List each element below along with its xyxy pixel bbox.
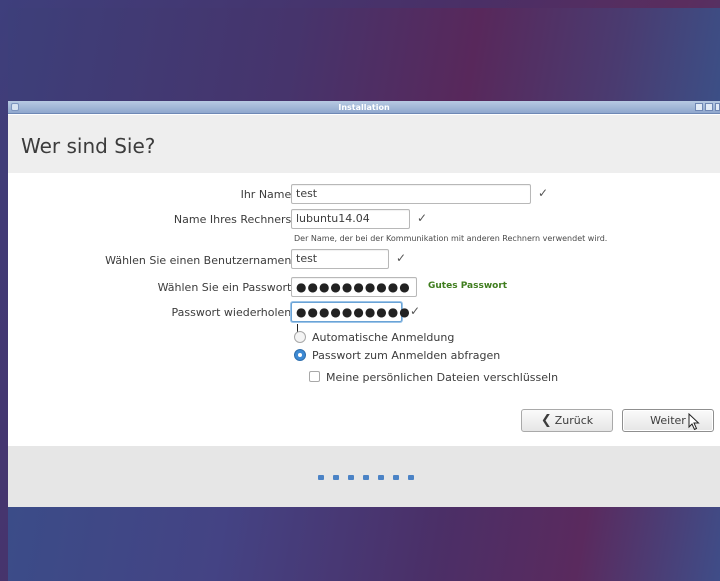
desktop-background-top (8, 8, 720, 101)
progress-dot (378, 475, 384, 480)
desktop-background-bottom (8, 507, 720, 581)
password-strength: Gutes Passwort (428, 281, 508, 291)
back-button-label: Zurück (554, 414, 594, 427)
installer-window: Installation Wer sind Sie? Ihr Name: tes… (8, 101, 720, 507)
password-input[interactable]: ●●●●●●●●●● (291, 277, 417, 297)
progress-dot (348, 475, 354, 480)
minimize-button[interactable] (695, 103, 703, 111)
auto-login-label[interactable]: Automatische Anmeldung (312, 331, 454, 344)
name-input[interactable]: test (291, 184, 531, 204)
radio-password-login[interactable] (294, 349, 306, 361)
password-repeat-label: Passwort wiederholen: (171, 306, 295, 319)
chevron-left-icon: ❮ (540, 413, 552, 428)
maximize-button[interactable] (705, 103, 713, 111)
password-login-label[interactable]: Passwort zum Anmelden abfragen (312, 349, 500, 362)
progress-dot (408, 475, 414, 480)
password-repeat-checkmark-icon: ✓ (410, 304, 421, 318)
close-button[interactable] (715, 103, 720, 111)
username-label: Wählen Sie einen Benutzernamen: (105, 254, 295, 267)
password-value: ●●●●●●●●●● (296, 280, 411, 294)
username-value: test (296, 252, 318, 265)
computer-name-value: lubuntu14.04 (296, 212, 370, 225)
page-header: Wer sind Sie? (8, 115, 720, 173)
computer-name-hint: Der Name, der bei der Kommunikation mit … (294, 234, 608, 243)
name-value: test (296, 187, 318, 200)
page-title: Wer sind Sie? (21, 134, 156, 158)
progress-dot (318, 475, 324, 480)
username-input[interactable]: test (291, 249, 389, 269)
radio-auto-login[interactable] (294, 331, 306, 343)
back-button[interactable]: ❮ Zurück (521, 409, 613, 432)
encrypt-home-checkbox[interactable] (309, 371, 320, 382)
computer-name-label: Name Ihres Rechners: (173, 213, 295, 226)
password-label: Wählen Sie ein Passwort: (157, 281, 295, 294)
encrypt-home-label[interactable]: Meine persönlichen Dateien verschlüsseln (326, 371, 558, 384)
next-button-label: Weiter (650, 414, 686, 427)
username-checkmark-icon: ✓ (396, 251, 407, 265)
computer-name-input[interactable]: lubuntu14.04 (291, 209, 410, 229)
computer-name-checkmark-icon: ✓ (417, 211, 428, 225)
password-repeat-value: ●●●●●●●●●● (296, 305, 411, 319)
title-bar[interactable]: Installation (8, 101, 720, 114)
name-label: Ihr Name: (240, 188, 295, 201)
progress-dot (393, 475, 399, 480)
password-repeat-input[interactable]: ●●●●●●●●●● (291, 302, 410, 338)
name-checkmark-icon: ✓ (538, 186, 549, 200)
window-title: Installation (338, 103, 390, 112)
progress-dot (363, 475, 369, 480)
mouse-pointer-icon (688, 413, 700, 431)
progress-dot (333, 475, 339, 480)
progress-footer (8, 446, 720, 507)
